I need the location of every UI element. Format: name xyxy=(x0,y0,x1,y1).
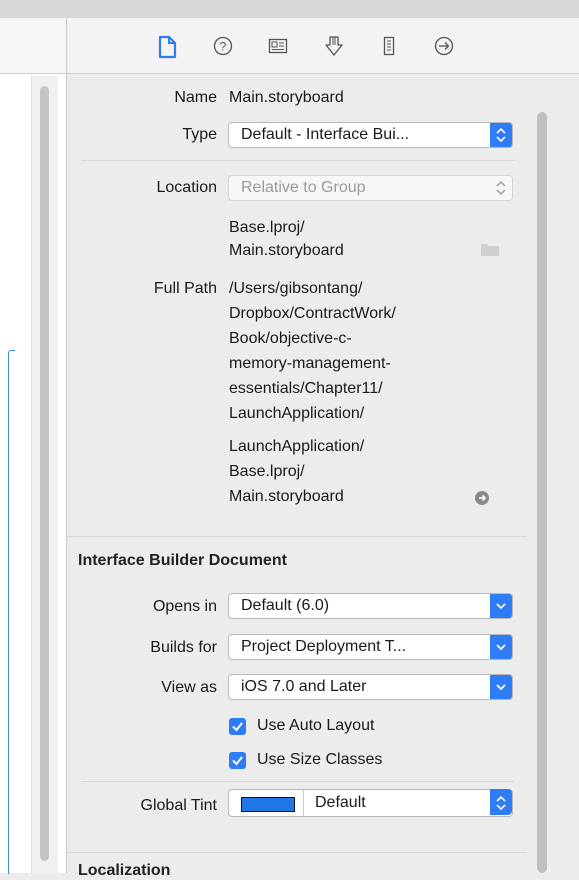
tint-color-swatch[interactable] xyxy=(241,797,295,812)
view-as-label: View as xyxy=(161,679,217,696)
view-as-popup[interactable]: iOS 7.0 and Later xyxy=(228,674,513,700)
file-inspector-icon[interactable] xyxy=(156,35,178,59)
editor-scrollbar-thumb[interactable] xyxy=(40,86,49,861)
use-auto-layout-checkbox[interactable] xyxy=(229,718,246,735)
global-tint-value: Default xyxy=(315,794,366,811)
builds-for-value: Project Deployment T... xyxy=(241,638,407,655)
global-tint-stepper-icon xyxy=(490,789,512,815)
checkmark-icon xyxy=(232,722,243,732)
localization-section-title: Localization xyxy=(78,862,171,879)
full-path-line: Book/objective-c- xyxy=(229,330,352,347)
use-auto-layout-label[interactable]: Use Auto Layout xyxy=(257,715,374,737)
type-label: Type xyxy=(182,126,217,143)
location-popup-stepper-icon xyxy=(490,176,512,200)
checkmark-icon xyxy=(232,756,243,766)
editor-scrollbar[interactable] xyxy=(31,76,58,873)
chevron-down-icon xyxy=(490,594,512,618)
identity-inspector-icon[interactable] xyxy=(267,35,289,57)
ib-document-section-title: Interface Builder Document xyxy=(78,552,287,569)
name-label: Name xyxy=(174,89,217,106)
inspector-toolbar: ? xyxy=(67,18,579,74)
location-path-line1: Base.lproj/ xyxy=(229,219,305,236)
section-divider xyxy=(67,852,527,853)
use-size-classes-label[interactable]: Use Size Classes xyxy=(257,749,382,771)
location-popup-value: Relative to Group xyxy=(241,179,366,196)
full-path-line: memory-management- xyxy=(229,355,391,372)
editor-pane xyxy=(0,18,67,874)
scene-frame-edge xyxy=(8,350,15,874)
opens-in-value: Default (6.0) xyxy=(241,597,330,614)
folder-icon[interactable] xyxy=(480,241,500,262)
full-path-line: Main.storyboard xyxy=(229,488,344,505)
location-path-line2: Main.storyboard xyxy=(229,242,344,259)
connections-inspector-icon[interactable] xyxy=(433,35,455,57)
svg-text:?: ? xyxy=(220,40,227,54)
opens-in-popup[interactable]: Default (6.0) xyxy=(228,593,513,619)
editor-pane-header xyxy=(0,18,66,74)
chevron-down-icon xyxy=(490,635,512,659)
attributes-inspector-icon[interactable] xyxy=(323,35,345,57)
type-popup-stepper-icon xyxy=(490,123,512,147)
type-popup-value: Default - Interface Bui... xyxy=(241,126,410,143)
identity-divider xyxy=(81,160,514,161)
quick-help-icon[interactable]: ? xyxy=(212,35,234,57)
opens-in-label: Opens in xyxy=(152,598,217,615)
location-label: Location xyxy=(156,179,218,196)
inspector-scrollbar-thumb[interactable] xyxy=(537,112,547,873)
full-path-line: essentials/Chapter11/ xyxy=(229,380,383,397)
window-top-strip xyxy=(0,0,579,19)
builds-for-popup[interactable]: Project Deployment T... xyxy=(228,634,513,660)
chevron-down-icon xyxy=(490,675,512,699)
full-path-line: LaunchApplication/ xyxy=(229,405,365,422)
global-tint-popup[interactable]: Default xyxy=(228,789,513,817)
reveal-in-finder-arrow-icon[interactable] xyxy=(474,490,490,511)
global-tint-label: Global Tint xyxy=(140,797,217,814)
full-path-line: Dropbox/ContractWork/ xyxy=(229,305,396,322)
swatch-separator xyxy=(303,790,304,816)
type-popup[interactable]: Default - Interface Bui... xyxy=(228,122,513,148)
view-as-value: iOS 7.0 and Later xyxy=(241,678,367,695)
section-divider xyxy=(67,536,527,537)
inspector-scrollbar[interactable] xyxy=(535,112,549,873)
full-path-line: /Users/gibsontang/ xyxy=(229,280,363,297)
location-popup[interactable]: Relative to Group xyxy=(228,175,513,201)
full-path-label: Full Path xyxy=(153,280,217,297)
size-inspector-icon[interactable] xyxy=(378,35,400,57)
full-path-line: LaunchApplication/ xyxy=(229,438,365,455)
use-size-classes-checkbox[interactable] xyxy=(229,752,246,769)
builds-for-label: Builds for xyxy=(150,639,217,656)
full-path-line: Base.lproj/ xyxy=(229,463,305,480)
tint-divider xyxy=(81,781,514,782)
name-value[interactable]: Main.storyboard xyxy=(229,87,344,109)
